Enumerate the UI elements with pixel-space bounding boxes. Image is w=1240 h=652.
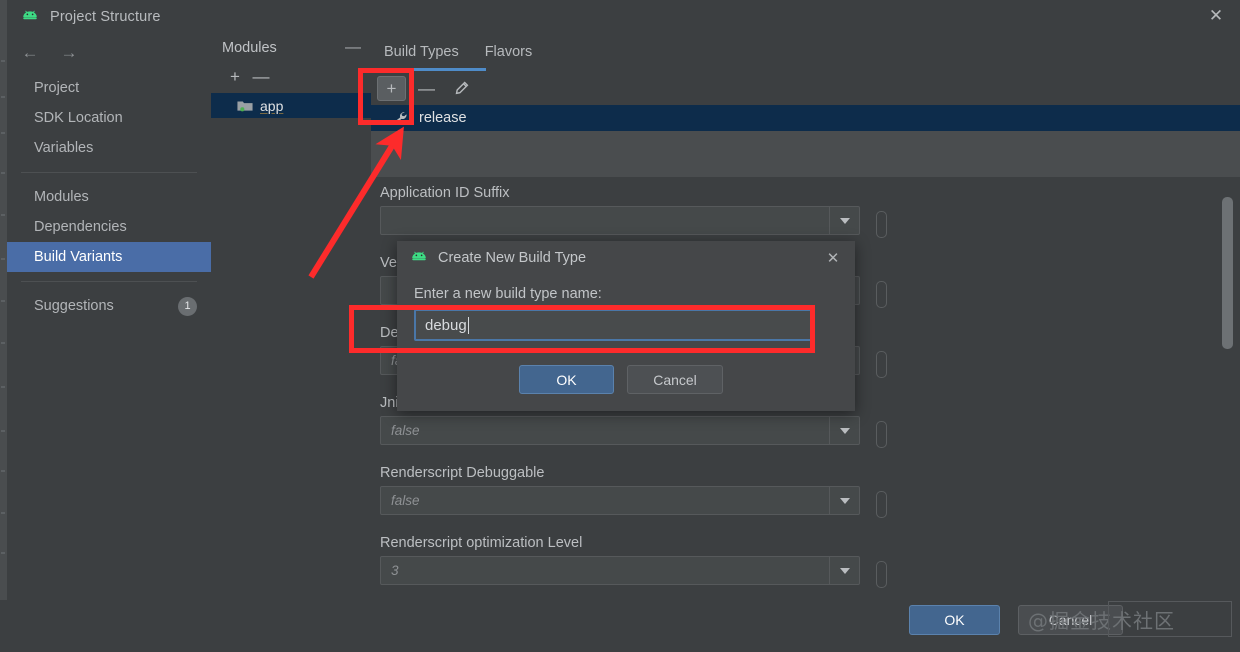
text-caret (467, 316, 469, 334)
jni-debuggable-input[interactable]: false (380, 416, 860, 445)
chevron-down-icon[interactable] (829, 487, 859, 514)
wrench-icon (392, 111, 410, 125)
field-renderscript-optimization-level: Renderscript optimization Level 3 (380, 535, 1180, 588)
arrow-left-icon[interactable]: ← (15, 40, 45, 66)
renderscript-optimization-level-input[interactable]: 3 (380, 556, 860, 585)
field-side-marker (876, 211, 887, 238)
tab-build-types[interactable]: Build Types (384, 36, 459, 68)
module-folder-icon (237, 99, 253, 112)
modules-panel: Modules — + — app (211, 33, 371, 589)
sidebar-item-dependencies[interactable]: Dependencies (7, 212, 211, 242)
build-types-empty-space (371, 131, 1240, 177)
field-side-marker (876, 351, 887, 378)
field-label: Renderscript optimization Level (380, 535, 583, 551)
dialog-cancel-button[interactable]: Cancel (627, 365, 723, 394)
field-value: false (391, 493, 420, 508)
field-value: false (391, 423, 420, 438)
field-label: Application ID Suffix (380, 185, 510, 201)
close-icon[interactable]: ✕ (1202, 3, 1230, 29)
sidebar-item-label: Build Variants (34, 249, 123, 265)
active-tab-indicator (378, 68, 486, 71)
sidebar-item-label: Dependencies (34, 219, 127, 235)
field-side-marker (876, 421, 887, 448)
field-renderscript-debuggable: Renderscript Debuggable false (380, 465, 1180, 518)
sidebar-item-project[interactable]: Project (7, 73, 211, 103)
tab-bar: Build Types Flavors (371, 36, 545, 68)
sidebar-item-suggestions[interactable]: Suggestions 1 (7, 291, 211, 321)
nav-divider (21, 281, 197, 282)
sidebar-item-variables[interactable]: Variables (7, 133, 211, 163)
application-id-suffix-input[interactable] (380, 206, 860, 235)
edit-build-type-button[interactable] (447, 76, 476, 101)
tab-flavors[interactable]: Flavors (485, 36, 533, 68)
field-side-marker (876, 491, 887, 518)
project-structure-window: Project Structure ✕ ← → Project SDK Loca… (0, 0, 1240, 652)
build-types-toolbar: + — (371, 73, 1240, 104)
sidebar-item-label: Variables (34, 140, 94, 156)
sidebar-item-label: SDK Location (34, 110, 123, 126)
modules-header: Modules — (211, 35, 371, 61)
input-value: debug (425, 316, 467, 334)
sidebar-item-label: Project (34, 80, 80, 96)
add-build-type-button[interactable]: + (377, 76, 406, 101)
suggestions-count-badge: 1 (178, 296, 197, 316)
dialog-prompt-label: Enter a new build type name: (414, 286, 602, 302)
modules-list: app (211, 93, 371, 118)
nav-divider (21, 172, 197, 173)
field-label: Renderscript Debuggable (380, 465, 545, 481)
sidebar-item-sdk-location[interactable]: SDK Location (7, 103, 211, 133)
field-side-marker (876, 281, 887, 308)
build-type-name-input[interactable]: debug (414, 309, 814, 341)
build-type-name: release (419, 110, 467, 126)
modules-toolbar: + — (211, 63, 371, 90)
module-name: app (260, 97, 284, 114)
remove-module-button[interactable]: — (248, 65, 274, 89)
title-bar: Project Structure ✕ (7, 0, 1240, 33)
background-window-edge (0, 0, 7, 600)
field-value: 3 (391, 563, 399, 578)
navigation-list: Project SDK Location Variables Modules D… (7, 73, 211, 321)
sidebar-item-label: Suggestions (34, 298, 114, 314)
vertical-scrollbar[interactable] (1222, 197, 1233, 587)
sidebar-item-label: Modules (34, 189, 89, 205)
dialog-title: Create New Build Type (438, 250, 587, 266)
watermark-box (1108, 601, 1232, 637)
add-module-button[interactable]: + (222, 65, 248, 89)
chevron-down-icon[interactable] (829, 207, 859, 234)
sidebar-item-modules[interactable]: Modules (7, 182, 211, 212)
close-icon[interactable]: ✕ (823, 248, 843, 268)
list-item[interactable]: app (211, 93, 371, 118)
android-head-icon (410, 251, 428, 265)
left-navigation-panel: ← → Project SDK Location Variables Modul… (7, 33, 211, 589)
dialog-title-bar: Create New Build Type (410, 250, 586, 266)
modules-title: Modules (222, 40, 277, 56)
ok-button[interactable]: OK (909, 605, 1000, 635)
scrollbar-thumb[interactable] (1222, 197, 1233, 349)
list-item[interactable]: release (371, 105, 1240, 131)
minus-icon[interactable]: — (345, 40, 361, 56)
android-head-icon (21, 10, 39, 24)
chevron-down-icon[interactable] (829, 417, 859, 444)
chevron-down-icon[interactable] (829, 557, 859, 584)
renderscript-debuggable-input[interactable]: false (380, 486, 860, 515)
navigation-arrows: ← → (7, 37, 211, 69)
build-types-list: release (371, 105, 1240, 177)
remove-build-type-button[interactable]: — (412, 76, 441, 101)
field-application-id-suffix: Application ID Suffix (380, 185, 1180, 238)
window-title: Project Structure (50, 8, 161, 25)
sidebar-item-build-variants[interactable]: Build Variants (7, 242, 211, 272)
field-side-marker (876, 561, 887, 588)
dialog-ok-button[interactable]: OK (519, 365, 614, 394)
create-new-build-type-dialog: Create New Build Type ✕ Enter a new buil… (397, 241, 855, 411)
arrow-right-icon[interactable]: → (54, 40, 84, 66)
